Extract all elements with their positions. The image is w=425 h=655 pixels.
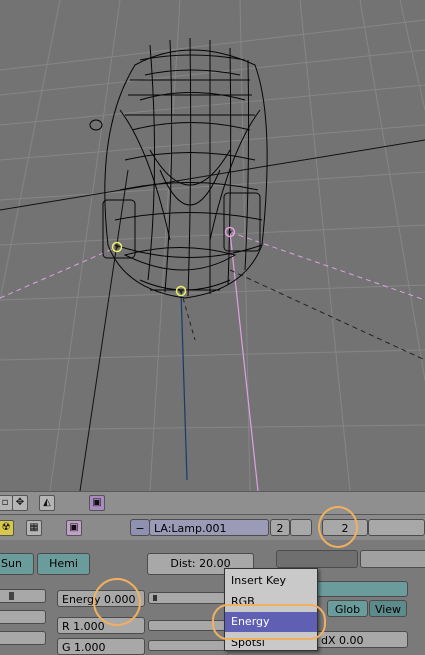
insert-key-menu: Insert Key RGB Energy Spotsi xyxy=(224,568,318,651)
radiation-icon[interactable]: ☢ xyxy=(0,520,14,536)
3d-viewport[interactable] xyxy=(0,0,425,491)
panel-blank-2[interactable] xyxy=(360,550,425,568)
blank-field[interactable] xyxy=(290,519,312,536)
energy-field[interactable]: Energy 0.000 xyxy=(57,590,145,607)
panel-blank-1[interactable] xyxy=(276,550,358,568)
r-field[interactable]: R 1.000 xyxy=(57,617,145,634)
lamp-name-field[interactable]: LA:Lamp.001 xyxy=(149,519,269,536)
g-field[interactable]: G 1.000 xyxy=(57,638,145,655)
viewport-header: ▫ ✥ ◭ ▣ xyxy=(0,491,425,514)
g-slider[interactable] xyxy=(148,640,226,651)
image-icon[interactable]: ▣ xyxy=(66,520,82,536)
left-slider-3[interactable] xyxy=(0,631,46,645)
left-slider-1[interactable] xyxy=(0,589,46,603)
buttons-header: ☢ ▦ ▣ − LA:Lamp.001 2 2 xyxy=(0,514,425,540)
header-slider[interactable] xyxy=(368,519,425,536)
pivot-icon[interactable]: ◭ xyxy=(39,495,55,511)
render-icon[interactable]: ▣ xyxy=(89,495,105,511)
glob-button[interactable]: Glob xyxy=(327,600,368,617)
users-count[interactable]: 2 xyxy=(270,519,290,536)
energy-slider[interactable] xyxy=(148,592,226,604)
lamp-delete-button[interactable]: − xyxy=(130,519,150,536)
r-slider[interactable] xyxy=(148,620,226,631)
menu-item-insert-key[interactable]: Insert Key xyxy=(225,571,317,591)
lamp-panel: Sun Hemi Dist: 20.00 Energy 0.000 R 1.00… xyxy=(0,540,425,655)
hemi-button[interactable]: Hemi xyxy=(37,553,90,575)
move-widget-icon[interactable]: ✥ xyxy=(12,495,28,511)
menu-item-energy[interactable]: Energy xyxy=(225,612,317,632)
dx-field[interactable]: dX 0.00 xyxy=(316,631,408,648)
teal-bar[interactable] xyxy=(316,581,408,597)
view-button[interactable]: View xyxy=(369,600,407,617)
menu-item-rgb[interactable]: RGB xyxy=(225,592,317,612)
sun-button[interactable]: Sun xyxy=(0,553,34,575)
left-slider-2[interactable] xyxy=(0,610,46,624)
menu-item-spotsi[interactable]: Spotsi xyxy=(225,633,317,653)
browse-icon[interactable]: ▦ xyxy=(26,520,42,536)
users-count-2[interactable]: 2 xyxy=(322,519,368,536)
viewport-scene xyxy=(0,0,425,491)
